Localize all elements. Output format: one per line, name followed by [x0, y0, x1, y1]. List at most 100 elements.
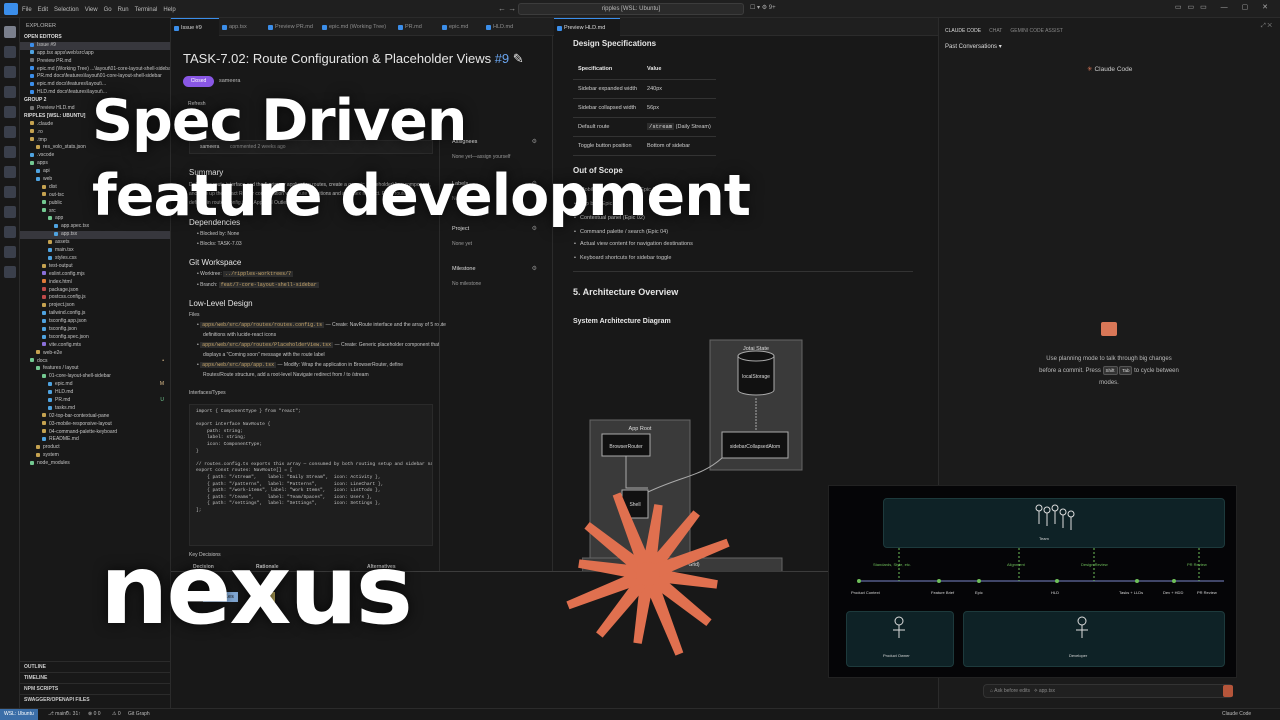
- explorer-item[interactable]: PR.md docs\features\layout\01-core-layou…: [20, 73, 170, 81]
- explorer-item[interactable]: test-output: [20, 263, 170, 271]
- tab-pr-md[interactable]: PR.md: [395, 18, 439, 36]
- explorer-item[interactable]: tailwind.config.js: [20, 310, 170, 318]
- tab-epic-md[interactable]: epic.md: [439, 18, 483, 36]
- table-cell: 56px: [642, 98, 716, 118]
- remote-explorer-icon[interactable]: [4, 126, 16, 138]
- issue-author[interactable]: sameera: [219, 78, 240, 84]
- tab-chat[interactable]: CHAT: [989, 28, 1002, 34]
- explorer-item[interactable]: app.tsx apps\web\src\app: [20, 50, 170, 58]
- swagger-section[interactable]: SWAGGER/OPENAPI FILES: [20, 694, 170, 704]
- testing-icon[interactable]: [4, 146, 16, 158]
- remote-indicator[interactable]: WSL: Ubuntu: [0, 709, 38, 720]
- explorer-item[interactable]: 01-core-layout-shell-sidebar: [20, 373, 170, 381]
- issue-number[interactable]: #9: [495, 51, 509, 66]
- timeline-section[interactable]: TIMELINE: [20, 672, 170, 682]
- menu-file[interactable]: File: [22, 7, 32, 13]
- npm-scripts-section[interactable]: NPM SCRIPTS: [20, 683, 170, 693]
- tab-preview-hld[interactable]: Preview HLD.md: [554, 18, 620, 36]
- menu-help[interactable]: Help: [163, 7, 175, 13]
- explorer-item[interactable]: assets: [20, 239, 170, 247]
- menu-selection[interactable]: Selection: [54, 7, 79, 13]
- explorer-item[interactable]: features / layout: [20, 365, 170, 373]
- explorer-item-label: GROUP 2: [24, 97, 47, 104]
- explorer-item[interactable]: styles.css: [20, 255, 170, 263]
- claude-icon[interactable]: [4, 226, 16, 238]
- search-icon[interactable]: [4, 46, 16, 58]
- explorer-item-label: HLD.md: [55, 389, 74, 396]
- explorer-item[interactable]: node_modules: [20, 460, 170, 468]
- explorer-item[interactable]: docs •: [20, 358, 170, 366]
- explorer-item[interactable]: project.json: [20, 302, 170, 310]
- explorer-item[interactable]: epic.md M: [20, 381, 170, 389]
- explorer-item[interactable]: tsconfig.json: [20, 326, 170, 334]
- explorer-item[interactable]: Preview PR.md: [20, 58, 170, 66]
- tab-claude-code[interactable]: CLAUDE CODE: [945, 28, 981, 34]
- menu-go[interactable]: Go: [104, 7, 112, 13]
- nav-arrows[interactable]: ← →: [498, 4, 516, 13]
- tab-hld-md[interactable]: HLD.md: [483, 18, 527, 36]
- outline-section[interactable]: OUTLINE: [20, 661, 170, 671]
- explorer-item[interactable]: index.html: [20, 279, 170, 287]
- title-actions[interactable]: ☐ ▾ ⚙ 9+: [750, 4, 776, 11]
- file-type-icon: [30, 129, 34, 134]
- explorer-item[interactable]: tsconfig.app.json: [20, 318, 170, 326]
- explorer-item[interactable]: Issue #9: [20, 41, 170, 50]
- past-conversations-dropdown[interactable]: Past Conversations ▾: [945, 43, 1002, 50]
- explorer-item-label: tailwind.config.js: [49, 310, 86, 317]
- explorer-icon[interactable]: [4, 26, 16, 38]
- explorer-item-label: index.html: [49, 278, 72, 285]
- explorer-item[interactable]: eslint.config.mjs: [20, 271, 170, 279]
- explorer-item[interactable]: package.json: [20, 287, 170, 295]
- panel-actions[interactable]: ⤢ ✕: [1261, 23, 1272, 30]
- edit-icon[interactable]: ✎: [513, 51, 524, 66]
- explorer-item[interactable]: postcss.config.js: [20, 294, 170, 302]
- explorer-item[interactable]: system: [20, 452, 170, 460]
- explorer-item[interactable]: 04-command-palette-keyboard: [20, 429, 170, 437]
- sync-indicator[interactable]: 0↓ 31↑: [66, 709, 81, 720]
- tab-gemini[interactable]: GEMINI CODE ASSIST: [1010, 28, 1063, 34]
- explorer-item[interactable]: main.tsx: [20, 247, 170, 255]
- tab-preview-pr[interactable]: Preview PR.md: [265, 18, 319, 36]
- file-type-icon: [42, 421, 46, 426]
- explorer-item[interactable]: web-e2e: [20, 350, 170, 358]
- explorer-item[interactable]: vite.config.mts: [20, 342, 170, 350]
- run-debug-icon[interactable]: [4, 86, 16, 98]
- explorer-item[interactable]: 03-mobile-responsive-layout: [20, 421, 170, 429]
- explorer-item[interactable]: tsconfig.spec.json: [20, 334, 170, 342]
- problems-indicator[interactable]: ⊗ 0 0: [88, 709, 101, 720]
- tab-app-tsx[interactable]: app.tsx: [219, 18, 265, 36]
- tab-issue-9[interactable]: Issue #9: [171, 18, 219, 36]
- send-button[interactable]: [1223, 685, 1233, 697]
- explorer-section-header[interactable]: OPEN EDITORS: [20, 34, 170, 42]
- gear-icon[interactable]: ⚙: [532, 138, 537, 145]
- explorer-item[interactable]: product: [20, 444, 170, 452]
- source-control-icon[interactable]: [4, 66, 16, 78]
- explorer-item[interactable]: PR.md U: [20, 397, 170, 405]
- menu-run[interactable]: Run: [118, 7, 129, 13]
- tab-epic-working-tree[interactable]: epic.md (Working Tree): [319, 18, 395, 36]
- assignees-value[interactable]: None yet—assign yourself: [452, 154, 510, 160]
- menu-view[interactable]: View: [85, 7, 98, 13]
- explorer-item[interactable]: app.tsx: [20, 231, 170, 240]
- explorer-item[interactable]: epic.md (Working Tree) ...\layout\01-cor…: [20, 66, 170, 74]
- menu-terminal[interactable]: Terminal: [135, 7, 158, 13]
- database-icon[interactable]: [4, 206, 16, 218]
- warnings-indicator[interactable]: ⚠ 0: [112, 709, 121, 720]
- copilot-icon[interactable]: [4, 266, 16, 278]
- github-icon[interactable]: [4, 166, 16, 178]
- explorer-item[interactable]: 02-top-bar-contextual-pane: [20, 413, 170, 421]
- prompt-input[interactable]: ⌂ Ask before edits ⟡ app.tsx: [983, 684, 1233, 698]
- claude-status[interactable]: Claude Code: [1222, 709, 1251, 720]
- command-center-search[interactable]: ripples [WSL: Ubuntu]: [518, 3, 744, 15]
- git-graph-button[interactable]: Git Graph: [128, 709, 150, 720]
- menu-edit[interactable]: Edit: [38, 7, 48, 13]
- explorer-item[interactable]: README.md: [20, 436, 170, 444]
- gear-icon[interactable]: ⚙: [532, 265, 537, 272]
- window-controls[interactable]: ▭▭▭ — ▢ ✕: [1175, 3, 1274, 11]
- docker-icon[interactable]: [4, 186, 16, 198]
- explorer-item[interactable]: tasks.md: [20, 405, 170, 413]
- gitlens-icon[interactable]: [4, 246, 16, 258]
- extensions-icon[interactable]: [4, 106, 16, 118]
- explorer-item[interactable]: HLD.md: [20, 389, 170, 397]
- branch-indicator[interactable]: ⎇ main*: [48, 709, 68, 720]
